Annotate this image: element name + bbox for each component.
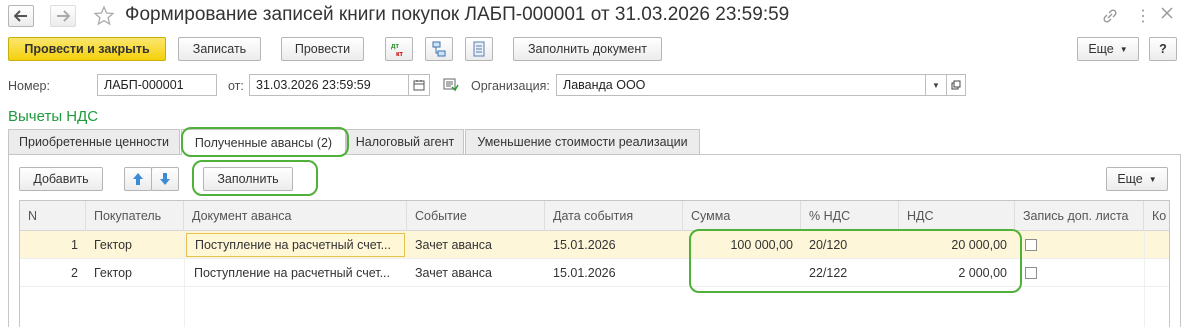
organization-dropdown-button[interactable]: ▼ — [925, 74, 947, 96]
event-date-cell: 15.01.2026 — [553, 266, 616, 280]
dropdown-arrow-icon: ▼ — [1148, 174, 1157, 184]
extra-sheet-checkbox[interactable] — [1025, 239, 1037, 251]
report-button[interactable] — [465, 37, 493, 61]
column-header-extra-sheet[interactable]: Запись доп. листа — [1015, 201, 1144, 231]
report-icon — [473, 41, 485, 57]
sum-cell — [683, 259, 801, 287]
back-button[interactable] — [8, 5, 34, 27]
document-status-icon — [443, 78, 459, 95]
dropdown-arrow-icon: ▼ — [1119, 44, 1128, 54]
open-window-icon — [951, 80, 961, 90]
arrow-up-icon — [133, 173, 143, 185]
buyer-cell: Гектор — [94, 238, 132, 252]
move-up-button[interactable] — [124, 167, 152, 191]
event-date-cell: 15.01.2026 — [553, 238, 616, 252]
svg-text:дт: дт — [391, 43, 399, 50]
column-header-buyer[interactable]: Покупатель — [86, 201, 184, 231]
calendar-icon — [413, 80, 425, 91]
dropdown-arrow-icon: ▼ — [932, 80, 940, 90]
organization-label: Организация: — [471, 79, 550, 93]
advance-document-cell[interactable]: Поступление на расчетный счет... — [186, 233, 405, 257]
window-title: Формирование записей книги покупок ЛАБП-… — [125, 4, 790, 25]
table-more-button[interactable]: Еще ▼ — [1106, 167, 1168, 191]
sum-cell: 100 000,00 — [730, 238, 793, 252]
more-label: Еще — [1088, 42, 1114, 56]
dt-kt-icon: дткт — [391, 43, 404, 57]
forward-button[interactable] — [50, 5, 76, 27]
arrow-down-icon — [160, 173, 170, 185]
advance-document-cell[interactable]: Поступление на расчетный счет... — [186, 259, 405, 287]
column-header-vat[interactable]: НДС — [899, 201, 1015, 231]
buyer-cell: Гектор — [94, 266, 132, 280]
date-field[interactable]: 31.03.2026 23:59:59 — [249, 74, 409, 96]
favorite-star-icon[interactable] — [93, 5, 115, 30]
move-down-button[interactable] — [151, 167, 179, 191]
structure-icon — [432, 41, 446, 57]
tab-tax-agent[interactable]: Налоговый агент — [346, 129, 464, 154]
tab-received-advances[interactable]: Полученные авансы (2) — [181, 129, 346, 155]
save-button[interactable]: Записать — [178, 37, 261, 61]
close-icon[interactable] — [1160, 6, 1174, 23]
tab-sales-cost-reduction[interactable]: Уменьшение стоимости реализации — [465, 129, 700, 154]
column-header-ko[interactable]: Ко — [1144, 201, 1169, 231]
vat-rate-cell: 20/120 — [809, 238, 848, 252]
tab-acquired-values[interactable]: Приобретенные ценности — [8, 129, 180, 154]
row-number: 1 — [71, 238, 78, 252]
add-button[interactable]: Добавить — [19, 167, 103, 191]
row-number: 2 — [71, 266, 78, 280]
arrow-right-icon — [57, 10, 70, 22]
vat-cell: 20 000,00 — [951, 238, 1007, 252]
post-and-close-button[interactable]: Провести и закрыть — [8, 37, 166, 61]
vat-cell: 2 000,00 — [958, 266, 1007, 280]
number-field[interactable]: ЛАБП-000001 — [97, 74, 217, 96]
event-cell: Зачет аванса — [415, 238, 492, 252]
help-button[interactable]: ? — [1149, 37, 1177, 61]
column-header-event-date[interactable]: Дата события — [545, 201, 683, 231]
column-header-sum[interactable]: Сумма — [683, 201, 801, 231]
number-label: Номер: — [8, 79, 50, 93]
structure-button[interactable] — [425, 37, 453, 61]
column-header-vat-rate[interactable]: % НДС — [801, 201, 899, 231]
svg-text:кт: кт — [396, 51, 404, 57]
column-header-advance-document[interactable]: Документ аванса — [184, 201, 407, 231]
menu-dots-icon[interactable]: ⋮ — [1135, 6, 1151, 26]
event-cell: Зачет аванса — [415, 266, 492, 280]
date-label: от: — [228, 79, 244, 93]
vat-rate-cell: 22/122 — [809, 266, 848, 280]
calendar-button[interactable] — [408, 74, 430, 96]
arrow-left-icon — [14, 10, 27, 22]
dt-kt-button[interactable]: дт кт — [385, 37, 413, 61]
organization-open-button[interactable] — [946, 74, 966, 96]
column-header-event[interactable]: Событие — [407, 201, 545, 231]
fill-button[interactable]: Заполнить — [203, 167, 293, 191]
column-header-n[interactable]: N — [20, 201, 86, 231]
fill-document-button[interactable]: Заполнить документ — [513, 37, 662, 61]
post-button[interactable]: Провести — [281, 37, 364, 61]
more-button[interactable]: Еще ▼ — [1077, 37, 1139, 61]
section-title: Вычеты НДС — [8, 108, 99, 125]
organization-field[interactable]: Лаванда ООО — [556, 74, 926, 96]
extra-sheet-checkbox[interactable] — [1025, 267, 1037, 279]
table-more-label: Еще — [1117, 172, 1143, 186]
link-icon[interactable] — [1101, 7, 1119, 28]
